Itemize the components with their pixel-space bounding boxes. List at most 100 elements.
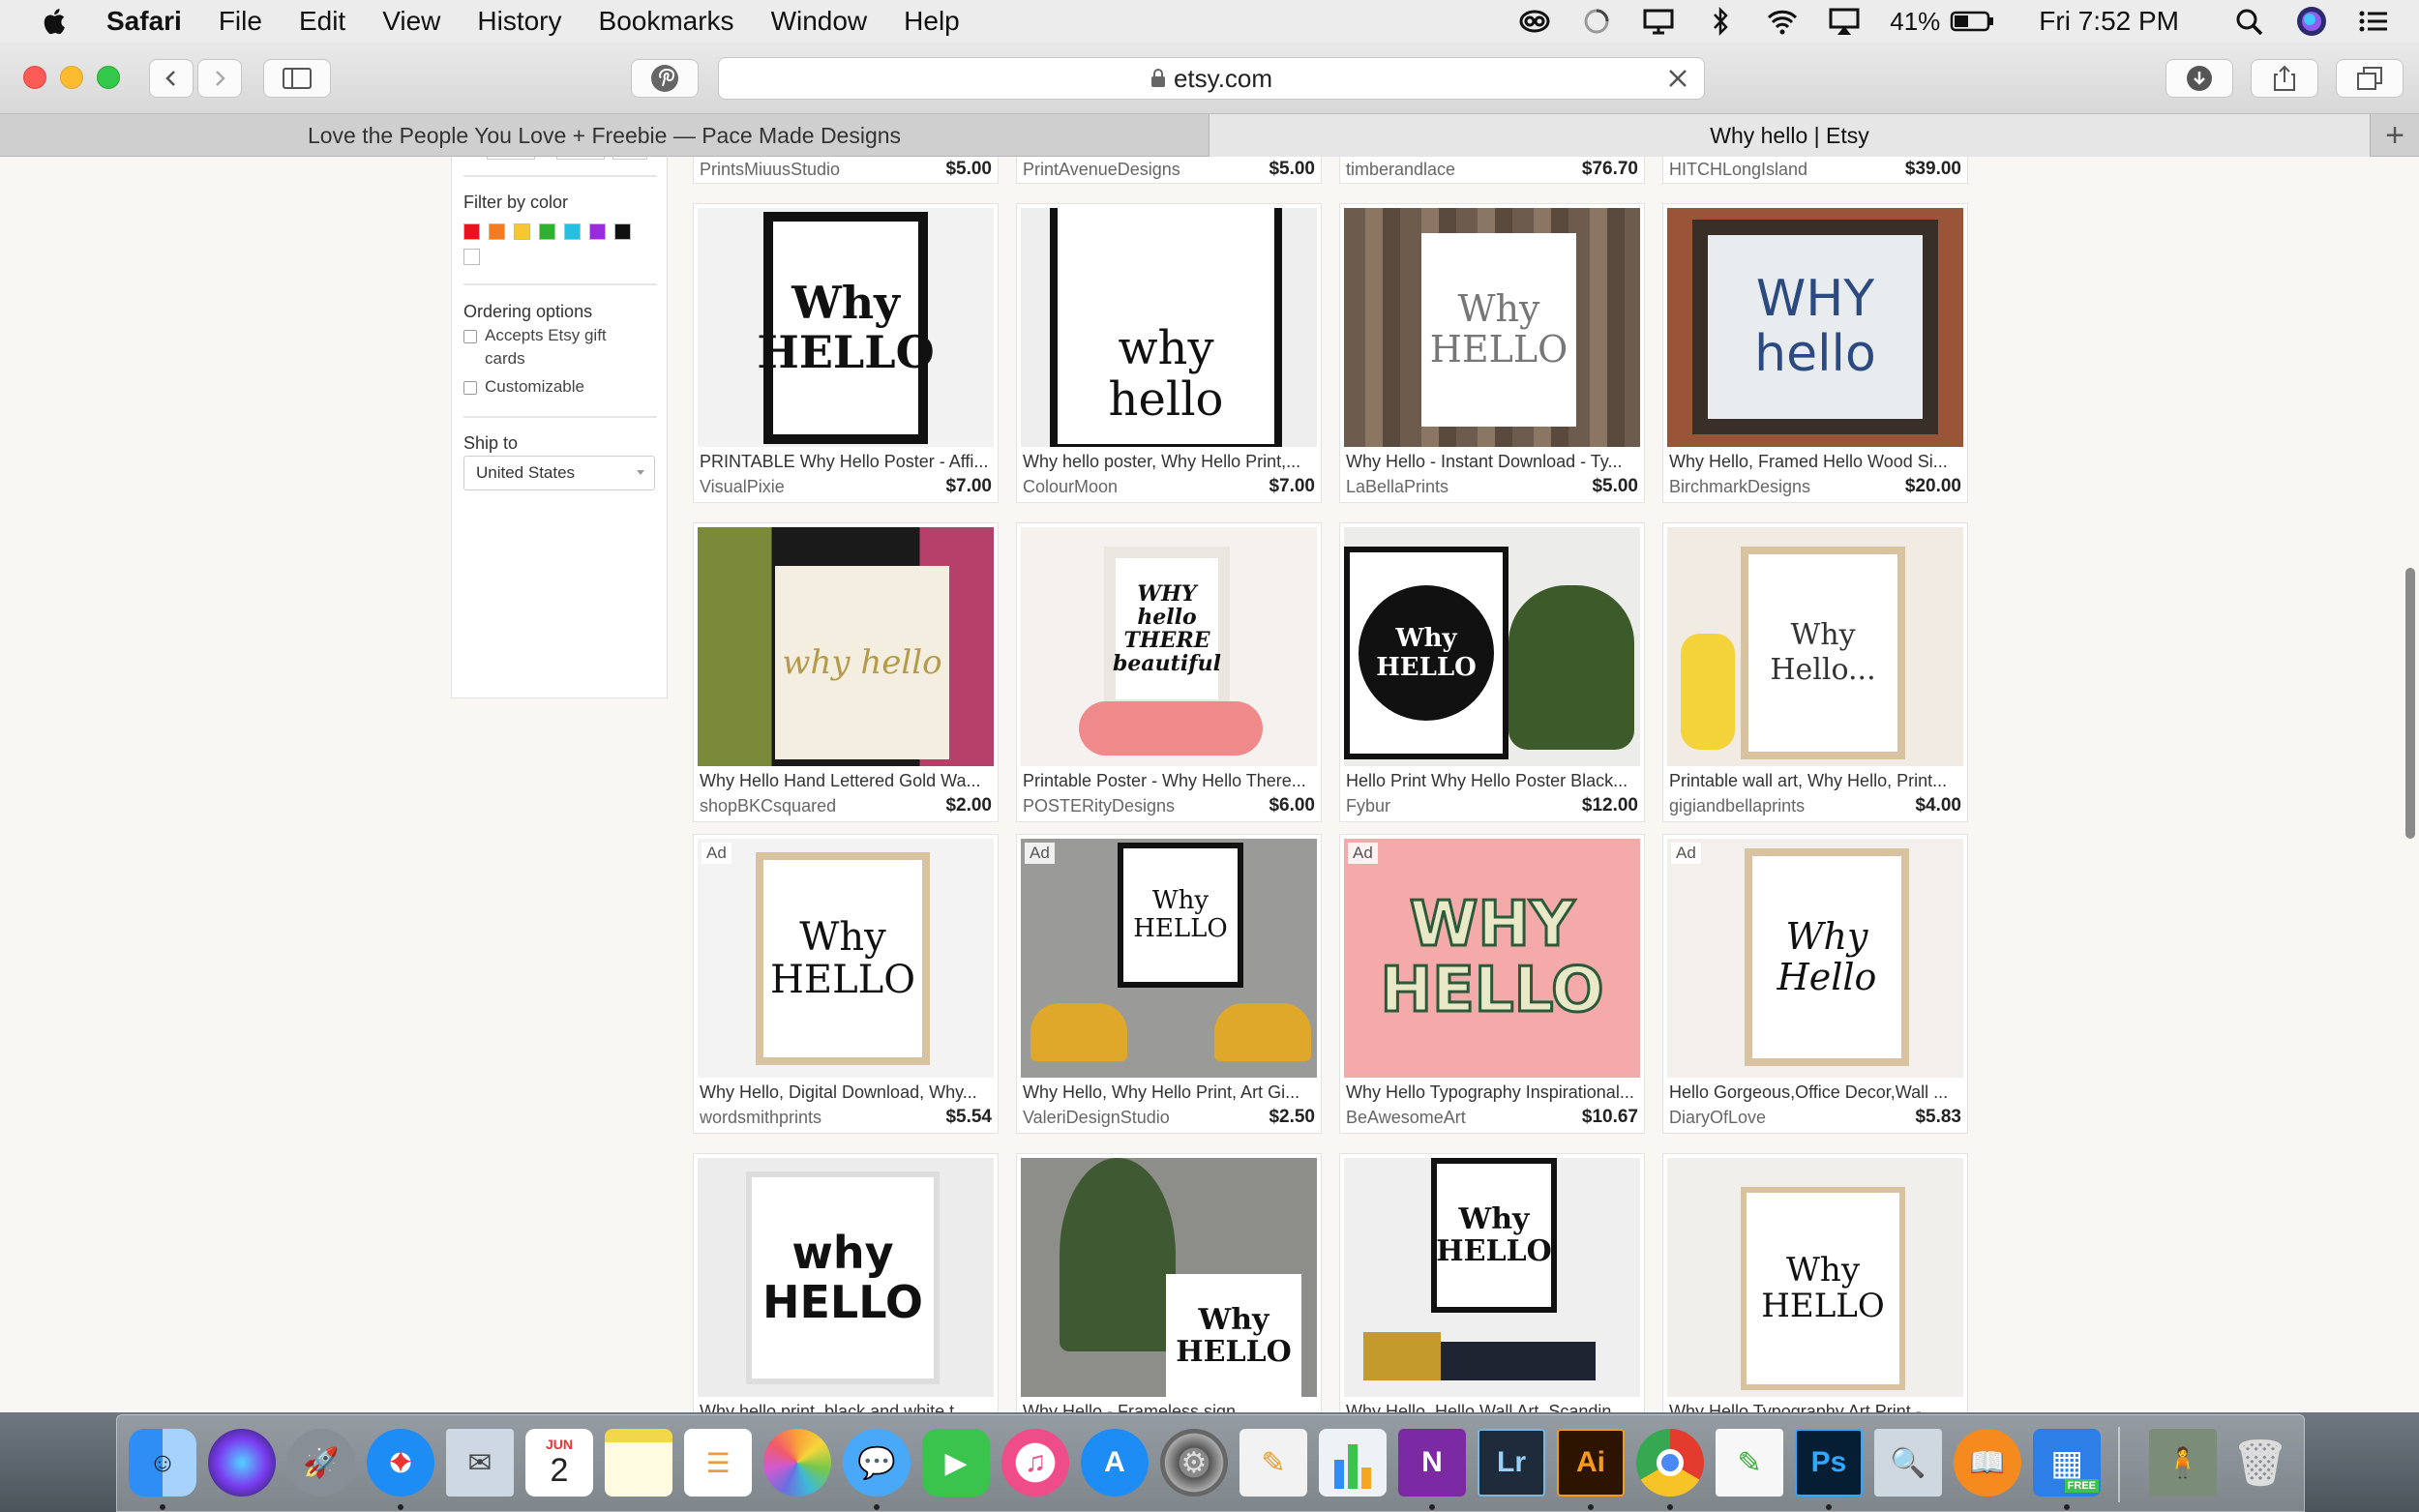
downloads-stack-icon[interactable]: 🧍 xyxy=(2149,1429,2217,1497)
apple-icon[interactable] xyxy=(39,5,72,38)
customizable-checkbox[interactable] xyxy=(463,381,477,395)
listing-card[interactable]: why HELLO Why hello print, black and whi… xyxy=(693,1153,999,1414)
listing-card[interactable]: PrintAvenueDesigns $5.00 xyxy=(1016,157,1322,184)
pages-icon[interactable]: ✎ xyxy=(1239,1429,1307,1497)
listing-shop[interactable]: wordsmithprints xyxy=(700,1108,821,1128)
listing-title[interactable]: Why Hello Typography Inspirational... xyxy=(1346,1082,1636,1103)
wifi-icon[interactable] xyxy=(1766,7,1799,36)
color-swatch-purple[interactable] xyxy=(589,223,606,240)
listing-card[interactable]: Why HELLO Why Hello - Frameless sign xyxy=(1016,1153,1322,1414)
listing-shop[interactable]: Fybur xyxy=(1346,796,1390,816)
price-submit-button[interactable] xyxy=(612,157,647,160)
listing-shop[interactable]: timberandlace xyxy=(1346,160,1455,180)
listing-title[interactable]: PRINTABLE Why Hello Poster - Affi... xyxy=(700,452,990,472)
listing-shop[interactable]: ValeriDesignStudio xyxy=(1023,1108,1170,1128)
siri-icon[interactable] xyxy=(2295,5,2328,38)
mail-stamp-icon[interactable]: ✉ xyxy=(446,1429,514,1497)
listing-card[interactable]: Why Hello... Printable wall art, Why Hel… xyxy=(1662,522,1968,822)
listing-card[interactable]: Why HELLO Ad Why Hello, Why Hello Print,… xyxy=(1016,834,1322,1134)
listing-title[interactable]: Why Hello, Digital Download, Why... xyxy=(700,1082,990,1103)
listing-image[interactable]: why hello xyxy=(1021,208,1317,447)
share-button[interactable] xyxy=(2251,59,2318,98)
calendar-icon[interactable]: JUN 2 xyxy=(525,1429,593,1497)
color-swatch-white[interactable] xyxy=(463,249,480,265)
chrome-icon[interactable] xyxy=(1636,1429,1704,1497)
safari-dock-icon[interactable]: ✦ xyxy=(367,1429,434,1497)
listing-card[interactable]: WHY hello THERE beautiful Printable Post… xyxy=(1016,522,1322,822)
listing-shop[interactable]: PrintAvenueDesigns xyxy=(1023,160,1180,180)
menu-window[interactable]: Window xyxy=(771,6,868,37)
color-swatch-orange[interactable] xyxy=(489,223,505,240)
finder-icon[interactable]: ☺ xyxy=(129,1429,196,1497)
new-tab-button[interactable]: + xyxy=(2371,114,2419,157)
listing-card[interactable]: why hello Why Hello Hand Lettered Gold W… xyxy=(693,522,999,822)
color-swatch-yellow[interactable] xyxy=(514,223,530,240)
messages-icon[interactable]: 💬 xyxy=(843,1429,911,1497)
spotlight-search-icon[interactable] xyxy=(2233,7,2266,36)
pinterest-extension-button[interactable] xyxy=(631,59,699,98)
display-icon[interactable] xyxy=(1642,7,1675,36)
listing-title[interactable]: Why Hello, Why Hello Print, Art Gi... xyxy=(1023,1082,1313,1103)
text-edit-icon[interactable]: ✎ xyxy=(1716,1429,1783,1497)
listing-shop[interactable]: BeAwesomeArt xyxy=(1346,1108,1466,1128)
listing-shop[interactable]: BirchmarkDesigns xyxy=(1669,477,1810,497)
listing-shop[interactable]: VisualPixie xyxy=(700,477,785,497)
menu-clock[interactable]: Fri 7:52 PM xyxy=(2039,6,2179,37)
sidebar-toggle-button[interactable] xyxy=(263,59,331,98)
numbers-icon[interactable] xyxy=(1319,1429,1387,1497)
listing-image[interactable]: Why HELLO xyxy=(1021,839,1317,1078)
itunes-icon[interactable]: ♫ xyxy=(1001,1429,1069,1497)
launchpad-icon[interactable]: 🚀 xyxy=(287,1429,355,1497)
zoom-window-button[interactable] xyxy=(97,66,120,89)
price-min-input[interactable] xyxy=(487,157,535,160)
listing-card[interactable]: WHY HELLO Ad Why Hello Typography Inspir… xyxy=(1339,834,1645,1134)
sync-icon[interactable] xyxy=(1580,7,1613,36)
listing-image[interactable]: Why HELLO xyxy=(1021,1158,1317,1397)
color-swatch-cyan[interactable] xyxy=(564,223,581,240)
listing-image[interactable]: WHY hello xyxy=(1667,208,1963,447)
free-app-icon[interactable]: ▦ FREE xyxy=(2033,1429,2101,1497)
stop-loading-icon[interactable] xyxy=(1665,66,1690,91)
listing-shop[interactable]: PrintsMiuusStudio xyxy=(700,160,840,180)
menu-help[interactable]: Help xyxy=(904,6,960,37)
listing-card[interactable]: why hello Why hello poster, Why Hello Pr… xyxy=(1016,203,1322,503)
tab-etsy[interactable]: Why hello | Etsy xyxy=(1210,114,2371,157)
system-preferences-icon[interactable]: ⚙ xyxy=(1160,1429,1228,1497)
forward-button[interactable] xyxy=(197,59,242,98)
listing-image[interactable]: WHY hello THERE beautiful xyxy=(1021,527,1317,766)
listing-image[interactable]: Why HELLO xyxy=(1344,527,1640,766)
listing-title[interactable]: Why Hello - Instant Download - Ty... xyxy=(1346,452,1636,472)
listing-card[interactable]: Why HELLO Why Hello Typography Art Print… xyxy=(1662,1153,1968,1414)
ibooks-icon[interactable]: 📖 xyxy=(1954,1429,2021,1497)
listing-card[interactable]: HITCHLongIsland $39.00 xyxy=(1662,157,1968,184)
listing-image[interactable]: Why HELLO xyxy=(1344,1158,1640,1397)
menu-history[interactable]: History xyxy=(477,6,561,37)
minimize-window-button[interactable] xyxy=(60,66,83,89)
siri-dock-icon[interactable] xyxy=(208,1429,276,1497)
color-swatch-red[interactable] xyxy=(463,223,480,240)
back-button[interactable] xyxy=(149,59,194,98)
tab-overview-button[interactable] xyxy=(2336,59,2404,98)
photoshop-icon[interactable]: Ps xyxy=(1795,1429,1863,1497)
listing-image[interactable]: why HELLO xyxy=(698,1158,994,1397)
listing-card[interactable]: Why HELLO Why Hello - Instant Download -… xyxy=(1339,203,1645,503)
listing-image[interactable]: why hello xyxy=(698,527,994,766)
listing-title[interactable]: Printable wall art, Why Hello, Print... xyxy=(1669,771,1959,791)
listing-image[interactable]: Why HELLO xyxy=(698,839,994,1078)
listing-image[interactable]: Why Hello xyxy=(1667,839,1963,1078)
battery-icon[interactable] xyxy=(1950,10,1996,33)
ship-to-select[interactable]: United States xyxy=(463,456,655,490)
listing-title[interactable]: Why Hello, Framed Hello Wood Si... xyxy=(1669,452,1959,472)
listing-card[interactable]: Why HELLO Why Hello, Hello Wall Art, Sca… xyxy=(1339,1153,1645,1414)
listing-title[interactable]: Hello Gorgeous,Office Decor,Wall ... xyxy=(1669,1082,1959,1103)
listing-card[interactable]: Why HELLO Hello Print Why Hello Poster B… xyxy=(1339,522,1645,822)
notes-icon[interactable] xyxy=(605,1429,672,1497)
menu-file[interactable]: File xyxy=(219,6,262,37)
onenote-icon[interactable]: N xyxy=(1398,1429,1466,1497)
color-swatch-black[interactable] xyxy=(614,223,631,240)
price-max-input[interactable] xyxy=(556,157,605,160)
listing-card[interactable]: WHY hello Why Hello, Framed Hello Wood S… xyxy=(1662,203,1968,503)
listing-title[interactable]: Why hello poster, Why Hello Print,... xyxy=(1023,452,1313,472)
address-bar[interactable]: etsy.com xyxy=(718,57,1705,100)
notification-center-icon[interactable] xyxy=(2357,7,2390,36)
